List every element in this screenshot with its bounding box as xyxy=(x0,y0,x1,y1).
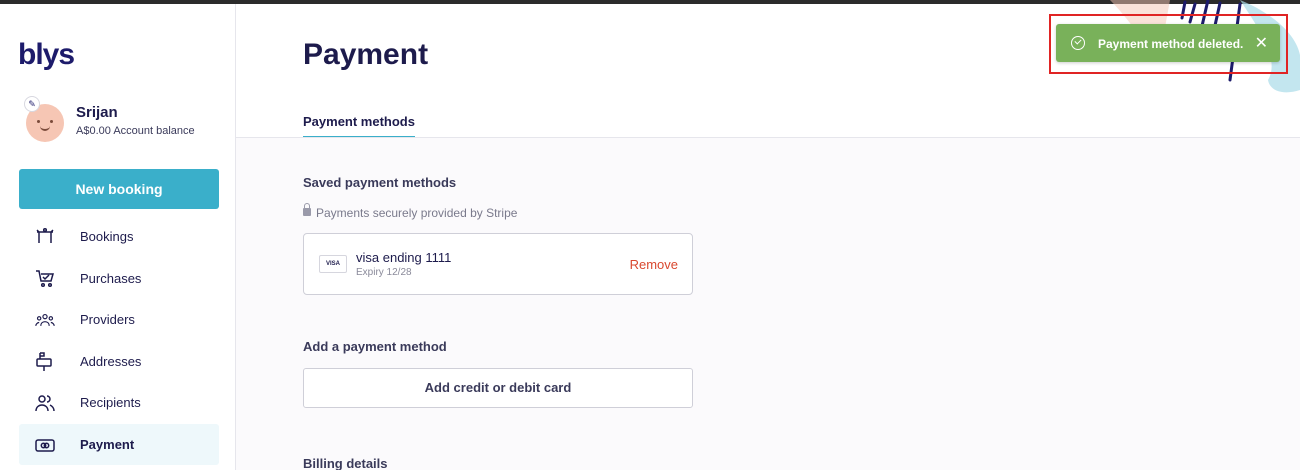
mailbox-icon xyxy=(36,351,52,371)
sidebar-nav: Bookings Purchases Providers Addresses R… xyxy=(19,216,219,465)
close-icon[interactable]: ✕ xyxy=(1255,33,1268,53)
tab-divider xyxy=(236,137,1300,138)
sidebar-item-purchases[interactable]: Purchases xyxy=(19,258,219,300)
add-card-button[interactable]: Add credit or debit card xyxy=(303,368,693,408)
sidebar-item-label: Purchases xyxy=(80,270,142,286)
sidebar-item-label: Providers xyxy=(80,312,135,327)
page-title: Payment xyxy=(303,38,429,71)
sidebar-item-label: Recipients xyxy=(80,395,141,410)
visa-icon: VISA xyxy=(319,255,347,273)
stripe-note: Payments securely provided by Stripe xyxy=(303,203,518,220)
lock-icon xyxy=(303,203,311,216)
sidebar-item-addresses[interactable]: Addresses xyxy=(19,341,219,383)
stripe-note-text: Payments securely provided by Stripe xyxy=(316,206,518,220)
saved-card: VISA visa ending 1111 Expiry 12/28 Remov… xyxy=(303,233,693,295)
toast-notification: Payment method deleted. ✕ xyxy=(1056,24,1280,62)
avatar-eye xyxy=(50,120,53,123)
sidebar-item-label: Bookings xyxy=(80,229,134,244)
sidebar-item-providers[interactable]: Providers xyxy=(19,299,219,341)
card-name: visa ending 1111 xyxy=(356,250,452,265)
card-expiry: Expiry 12/28 xyxy=(356,267,412,278)
tab-payment-methods[interactable]: Payment methods xyxy=(303,114,415,138)
blys-logo[interactable]: blys xyxy=(18,38,75,72)
sidebar-item-label: Addresses xyxy=(80,353,142,369)
sidebar-item-bookings[interactable]: Bookings xyxy=(19,216,219,258)
payment-card-icon xyxy=(35,438,55,452)
add-method-heading: Add a payment method xyxy=(303,339,447,354)
edit-avatar-icon[interactable]: ✎ xyxy=(24,96,40,112)
account-balance: A$0.00 Account balance xyxy=(76,125,195,137)
sidebar-item-payment[interactable]: Payment xyxy=(19,423,219,465)
massage-table-icon xyxy=(36,227,54,243)
group-icon xyxy=(35,314,55,326)
sidebar: blys ✎ Srijan A$0.00 Account balance New… xyxy=(0,4,236,470)
sidebar-item-label: Payment xyxy=(80,436,135,452)
saved-methods-heading: Saved payment methods xyxy=(303,175,457,190)
cart-icon xyxy=(36,269,54,287)
check-circle-icon xyxy=(1071,36,1085,50)
sidebar-item-recipients[interactable]: Recipients xyxy=(19,382,219,424)
avatar-eye xyxy=(37,120,40,123)
user-name: Srijan xyxy=(76,104,118,121)
billing-details-heading: Billing details xyxy=(303,456,388,470)
toast-message: Payment method deleted. xyxy=(1098,37,1244,51)
new-booking-button[interactable]: New booking xyxy=(19,169,219,209)
people-icon xyxy=(35,395,55,412)
remove-card-button[interactable]: Remove xyxy=(630,257,678,272)
avatar-mouth xyxy=(40,126,50,131)
